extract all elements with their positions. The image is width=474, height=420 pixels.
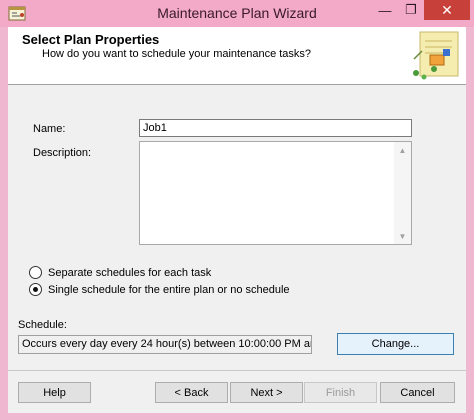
single-schedule-label: Single schedule for the entire plan or n…	[48, 283, 290, 296]
page-title: Select Plan Properties	[22, 32, 160, 47]
back-button[interactable]: < Back	[155, 382, 228, 403]
next-button[interactable]: Next >	[230, 382, 303, 403]
single-schedule-option[interactable]: Single schedule for the entire plan or n…	[29, 283, 290, 296]
description-scrollbar[interactable]: ▲ ▼	[394, 142, 411, 244]
scroll-down-icon[interactable]: ▼	[394, 228, 411, 244]
maximize-button[interactable]: ❐	[398, 0, 424, 20]
name-label: Name:	[33, 123, 66, 135]
schedule-description: Occurs every day every 24 hour(s) betwee…	[18, 335, 312, 354]
name-input[interactable]: Job1	[139, 119, 412, 137]
separate-schedules-label: Separate schedules for each task	[48, 266, 212, 279]
wizard-window: Maintenance Plan Wizard — ❐ ✕ Select Pla…	[0, 0, 474, 420]
separate-schedules-option[interactable]: Separate schedules for each task	[29, 266, 211, 279]
page-subtitle: How do you want to schedule your mainten…	[42, 48, 312, 60]
description-textarea[interactable]: ▲ ▼	[139, 141, 412, 245]
scroll-up-icon[interactable]: ▲	[394, 142, 411, 158]
title-bar[interactable]: Maintenance Plan Wizard — ❐ ✕	[0, 0, 474, 27]
description-label: Description:	[33, 147, 92, 159]
page-header: Select Plan Properties How do you want t…	[8, 27, 466, 85]
footer-divider	[8, 370, 466, 371]
single-schedule-radio[interactable]	[29, 283, 42, 296]
cancel-button[interactable]: Cancel	[380, 382, 455, 403]
change-schedule-button[interactable]: Change...	[337, 333, 454, 355]
wizard-body: Select Plan Properties How do you want t…	[8, 27, 466, 413]
separate-schedules-radio[interactable]	[29, 266, 42, 279]
close-button[interactable]: ✕	[424, 0, 470, 20]
finish-button[interactable]: Finish	[304, 382, 377, 403]
schedule-label: Schedule:	[18, 319, 67, 331]
help-button[interactable]: Help	[18, 382, 91, 403]
minimize-button[interactable]: —	[372, 0, 398, 20]
maintenance-plan-illustration-icon	[413, 31, 459, 80]
